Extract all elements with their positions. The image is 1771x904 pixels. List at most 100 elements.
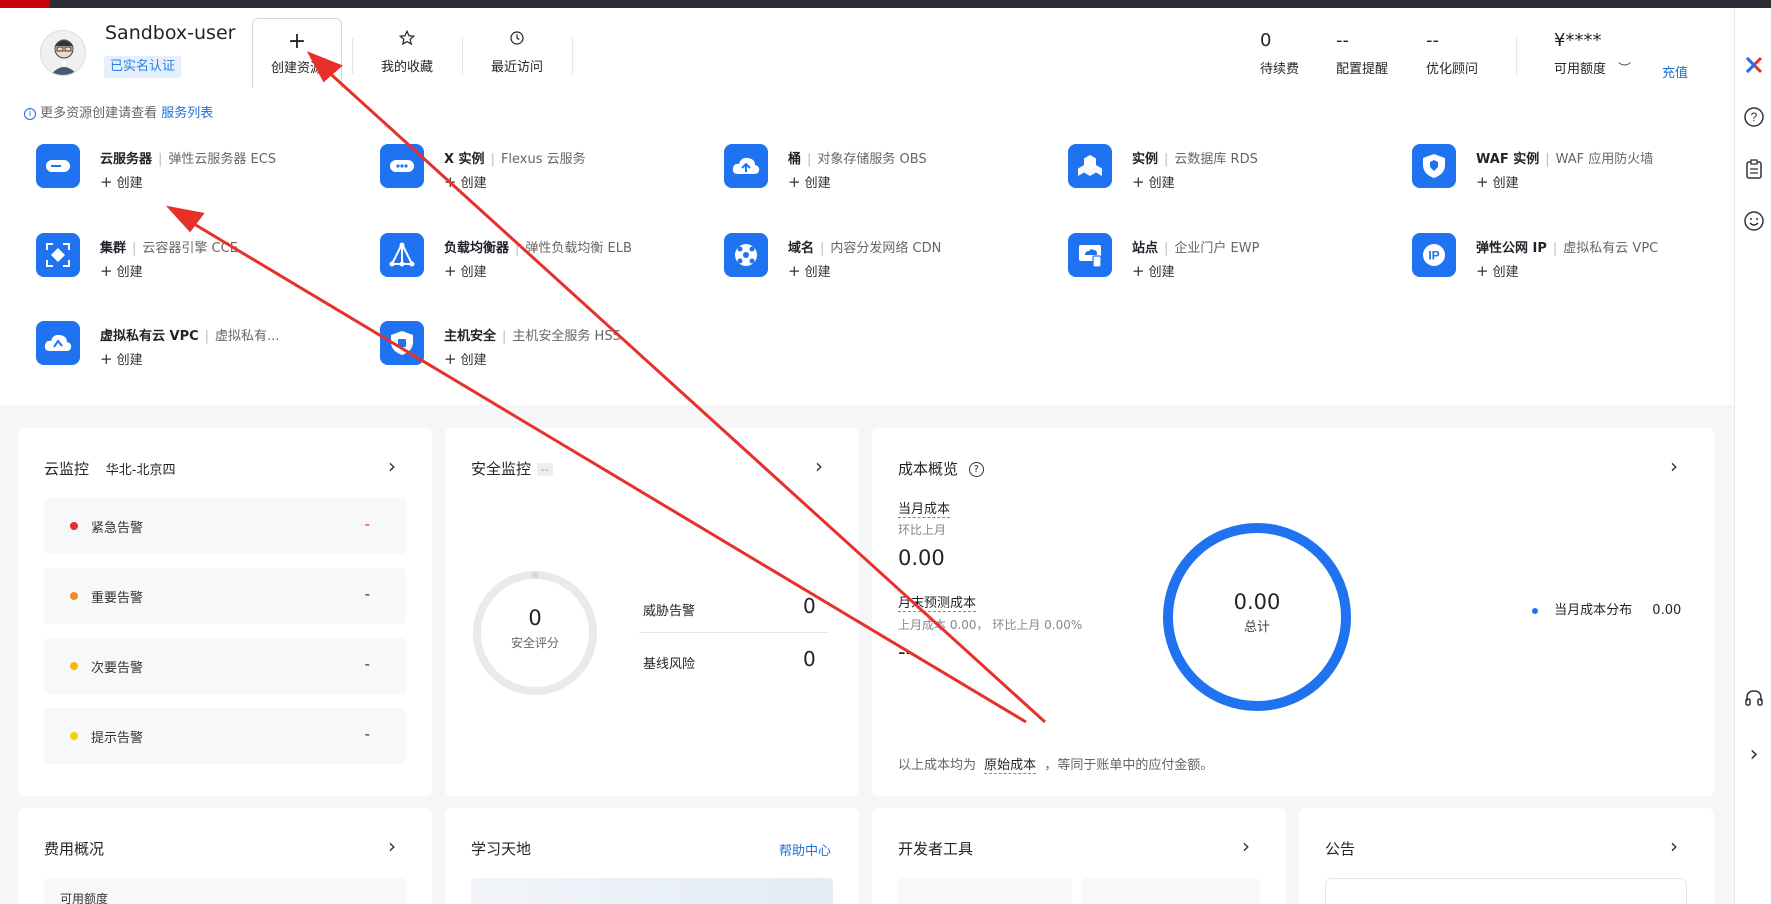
alarm-urgent[interactable]: 紧急告警 - bbox=[44, 498, 406, 554]
service-hss[interactable]: 主机安全 | 主机安全服务 HSS + 创建 bbox=[380, 321, 700, 381]
chevron-right-icon[interactable]: › bbox=[1670, 454, 1678, 478]
create-button[interactable]: + 创建 bbox=[100, 172, 143, 191]
service-waf[interactable]: WAF 实例 | WAF 应用防火墙 + 创建 bbox=[1412, 144, 1732, 204]
cloud-upload-icon bbox=[724, 144, 768, 188]
service-ewp[interactable]: 站点 | 企业门户 EWP + 创建 bbox=[1068, 233, 1388, 293]
verified-badge[interactable]: 已实名认证 bbox=[104, 56, 182, 78]
headset-icon[interactable] bbox=[1743, 688, 1765, 710]
create-button[interactable]: + 创建 bbox=[444, 349, 487, 368]
brand-logo-icon[interactable] bbox=[1743, 54, 1765, 76]
service-rds[interactable]: 实例 | 云数据库 RDS + 创建 bbox=[1068, 144, 1388, 204]
create-button[interactable]: + 创建 bbox=[1132, 261, 1175, 280]
header-panel: Sandbox-user 已实名认证 + 创建资源 我的收藏 最近访问 0 待续… bbox=[0, 8, 1734, 405]
help-icon[interactable]: ? bbox=[968, 462, 984, 477]
flexus-icon bbox=[380, 144, 424, 188]
forecast-cost-label: 月末预测成本 bbox=[898, 592, 977, 612]
chevron-right-icon[interactable]: › bbox=[388, 454, 396, 478]
chevron-right-icon[interactable]: › bbox=[1242, 834, 1250, 858]
service-sub: 对象存储服务 OBS bbox=[817, 152, 927, 167]
status-dot bbox=[70, 592, 78, 600]
tab-recent[interactable]: 最近访问 bbox=[472, 18, 562, 88]
create-button[interactable]: + 创建 bbox=[788, 172, 831, 191]
avatar[interactable] bbox=[40, 30, 86, 76]
service-obs[interactable]: 桶 | 对象存储服务 OBS + 创建 bbox=[724, 144, 1044, 204]
stat-config-reminder[interactable]: -- 配置提醒 bbox=[1336, 30, 1388, 77]
right-toolbar: ? › bbox=[1734, 8, 1771, 904]
service-name: WAF 实例 bbox=[1476, 152, 1540, 167]
chevron-right-icon[interactable]: › bbox=[1670, 834, 1678, 858]
service-name: 集群 bbox=[100, 241, 127, 256]
alarm-info[interactable]: 提示告警 - bbox=[44, 708, 406, 764]
help-icon[interactable]: ? bbox=[1743, 106, 1765, 128]
create-button[interactable]: + 创建 bbox=[1476, 172, 1519, 191]
collapse-chevron-icon[interactable]: › bbox=[1743, 742, 1765, 767]
status-dot bbox=[70, 522, 78, 530]
alarm-minor[interactable]: 次要告警 - bbox=[44, 638, 406, 694]
service-list-link[interactable]: 服务列表 bbox=[161, 106, 213, 121]
forecast-sub: 上月成本 0.00， 环比上月 0.00% bbox=[898, 618, 1083, 632]
forecast-cost-value: -- bbox=[898, 640, 914, 664]
info-icon: i bbox=[24, 107, 36, 120]
total-cost-label: 总计 bbox=[1243, 620, 1270, 635]
cluster-icon bbox=[36, 233, 80, 277]
region-label: 华北-北京四 bbox=[105, 463, 176, 478]
tab-label: 我的收藏 bbox=[380, 60, 433, 75]
star-icon bbox=[362, 26, 452, 56]
learning-banner[interactable] bbox=[471, 878, 833, 904]
total-cost-value: 0.00 bbox=[1233, 590, 1281, 614]
service-cdn[interactable]: 域名 | 内容分发网络 CDN + 创建 bbox=[724, 233, 1044, 293]
feedback-smile-icon[interactable] bbox=[1743, 210, 1765, 232]
original-cost-link[interactable]: 原始成本 bbox=[984, 758, 1037, 774]
month-cost-label: 当月成本 bbox=[898, 498, 951, 518]
create-button[interactable]: + 创建 bbox=[100, 261, 143, 280]
month-cost-value: 0.00 bbox=[898, 546, 945, 570]
dev-tool-item[interactable] bbox=[898, 878, 1072, 904]
learning-card: 学习天地 帮助中心 bbox=[445, 808, 859, 904]
alarm-major[interactable]: 重要告警 - bbox=[44, 568, 406, 624]
create-button[interactable]: + 创建 bbox=[1132, 172, 1175, 191]
threat-label: 威胁告警 bbox=[643, 604, 696, 619]
baseline-value: 0 bbox=[803, 647, 816, 671]
service-cce[interactable]: 集群 | 云容器引擎 CCE + 创建 bbox=[36, 233, 356, 293]
service-sub: 弹性云服务器 ECS bbox=[168, 152, 277, 167]
create-button[interactable]: + 创建 bbox=[444, 172, 487, 191]
chevron-right-icon[interactable]: › bbox=[815, 454, 823, 478]
stat-optimize-advisor[interactable]: -- 优化顾问 bbox=[1426, 30, 1478, 77]
database-icon bbox=[1068, 144, 1112, 188]
status-badge: -- bbox=[537, 463, 553, 476]
svg-text:IP: IP bbox=[1428, 249, 1439, 263]
help-center-link[interactable]: 帮助中心 bbox=[779, 840, 831, 859]
tab-favorites[interactable]: 我的收藏 bbox=[362, 18, 452, 88]
service-sub: WAF 应用防火墙 bbox=[1555, 152, 1654, 167]
service-elb[interactable]: 负载均衡器 | 弹性负载均衡 ELB + 创建 bbox=[380, 233, 700, 293]
create-button[interactable]: + 创建 bbox=[100, 349, 143, 368]
create-button[interactable]: + 创建 bbox=[1476, 261, 1519, 280]
security-monitor-card: 安全监控 -- › 0 安全评分 威胁告警 0 基线风险 0 bbox=[445, 428, 859, 796]
developer-tools-card: 开发者工具 › bbox=[872, 808, 1286, 904]
tab-create-resource[interactable]: + 创建资源 bbox=[252, 18, 342, 88]
chevron-right-icon[interactable]: › bbox=[388, 834, 396, 858]
eye-hidden-icon[interactable]: ︶ bbox=[1618, 62, 1631, 77]
service-name: 虚拟私有云 VPC bbox=[100, 329, 199, 344]
service-flexus[interactable]: X 实例 | Flexus 云服务 + 创建 bbox=[380, 144, 700, 204]
shield-icon bbox=[1412, 144, 1456, 188]
announcement-item[interactable] bbox=[1325, 878, 1687, 904]
service-ecs[interactable]: 云服务器 | 弹性云服务器 ECS + 创建 bbox=[36, 144, 356, 204]
create-button[interactable]: + 创建 bbox=[444, 261, 487, 280]
dev-tool-item[interactable] bbox=[1082, 878, 1260, 904]
clipboard-icon[interactable] bbox=[1743, 158, 1765, 180]
security-score-label: 安全评分 bbox=[510, 636, 559, 650]
service-name: 云服务器 bbox=[100, 152, 153, 167]
username: Sandbox-user bbox=[105, 22, 236, 44]
stat-pending-renewal[interactable]: 0 待续费 bbox=[1260, 30, 1299, 77]
service-sub: 内容分发网络 CDN bbox=[830, 241, 942, 256]
svg-text:?: ? bbox=[1751, 110, 1758, 124]
service-vpc[interactable]: 虚拟私有云 VPC | 虚拟私有... + 创建 bbox=[36, 321, 356, 381]
service-name: 域名 bbox=[788, 241, 815, 256]
cost-legend: 当月成本分布 0.00 bbox=[1532, 599, 1681, 618]
create-button[interactable]: + 创建 bbox=[788, 261, 831, 280]
service-name: 主机安全 bbox=[444, 329, 497, 344]
service-eip[interactable]: IP 弹性公网 IP | 虚拟私有云 VPC + 创建 bbox=[1412, 233, 1732, 293]
service-sub: 企业门户 EWP bbox=[1174, 241, 1260, 256]
recharge-link[interactable]: 充值 bbox=[1662, 62, 1688, 81]
